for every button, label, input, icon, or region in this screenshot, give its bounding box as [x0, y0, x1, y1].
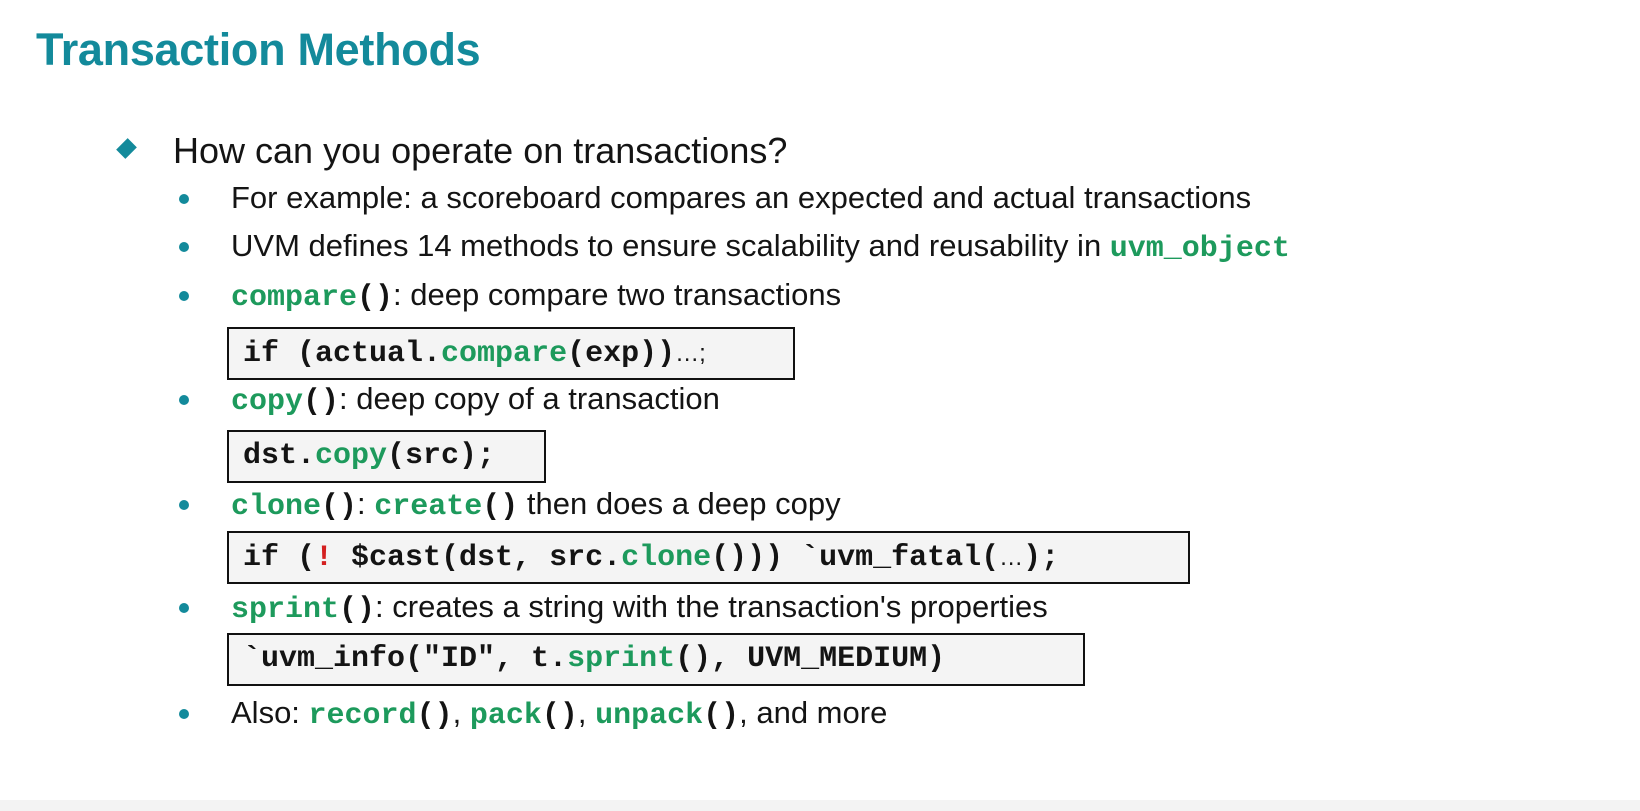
dot-bullet-icon: [179, 395, 189, 405]
clone-desc: then does a deep copy: [518, 486, 841, 521]
diamond-bullet-icon: [116, 138, 137, 159]
record-fn: record: [308, 699, 417, 733]
compare-desc: : deep compare two transactions: [393, 277, 842, 312]
pack-fn: pack: [469, 699, 542, 733]
dot-bullet-icon: [179, 291, 189, 301]
dot-bullet-icon: [179, 603, 189, 613]
bullet-uvm-text: UVM defines 14 methods to ensure scalabi…: [231, 228, 1290, 266]
unpack-fn: unpack: [595, 699, 704, 733]
question-text: How can you operate on transactions?: [173, 130, 788, 171]
copy-desc: : deep copy of a transaction: [339, 381, 720, 416]
code-copy: dst.copy(src);: [227, 430, 546, 483]
footer-band: [0, 800, 1640, 811]
dot-bullet-icon: [179, 242, 189, 252]
sprint-desc: : creates a string with the transaction'…: [375, 589, 1048, 624]
dot-bullet-icon: [179, 194, 189, 204]
code-sprint: `uvm_info("ID", t.sprint(), UVM_MEDIUM): [227, 633, 1085, 686]
copy-fn: copy: [231, 385, 304, 419]
dot-bullet-icon: [179, 709, 189, 719]
compare-fn: compare: [231, 281, 358, 315]
uvm-object-term: uvm_object: [1109, 232, 1290, 266]
bullet-example-text: For example: a scoreboard compares an ex…: [231, 180, 1252, 215]
slide-title: Transaction Methods: [36, 24, 481, 75]
code-compare: if (actual.compare(exp))…;: [227, 327, 795, 380]
code-clone: if (! $cast(dst, src.clone())) `uvm_fata…: [227, 531, 1190, 584]
clone-fn: clone: [231, 490, 322, 524]
sprint-fn: sprint: [231, 593, 340, 627]
create-fn: create: [374, 490, 483, 524]
dot-bullet-icon: [179, 500, 189, 510]
